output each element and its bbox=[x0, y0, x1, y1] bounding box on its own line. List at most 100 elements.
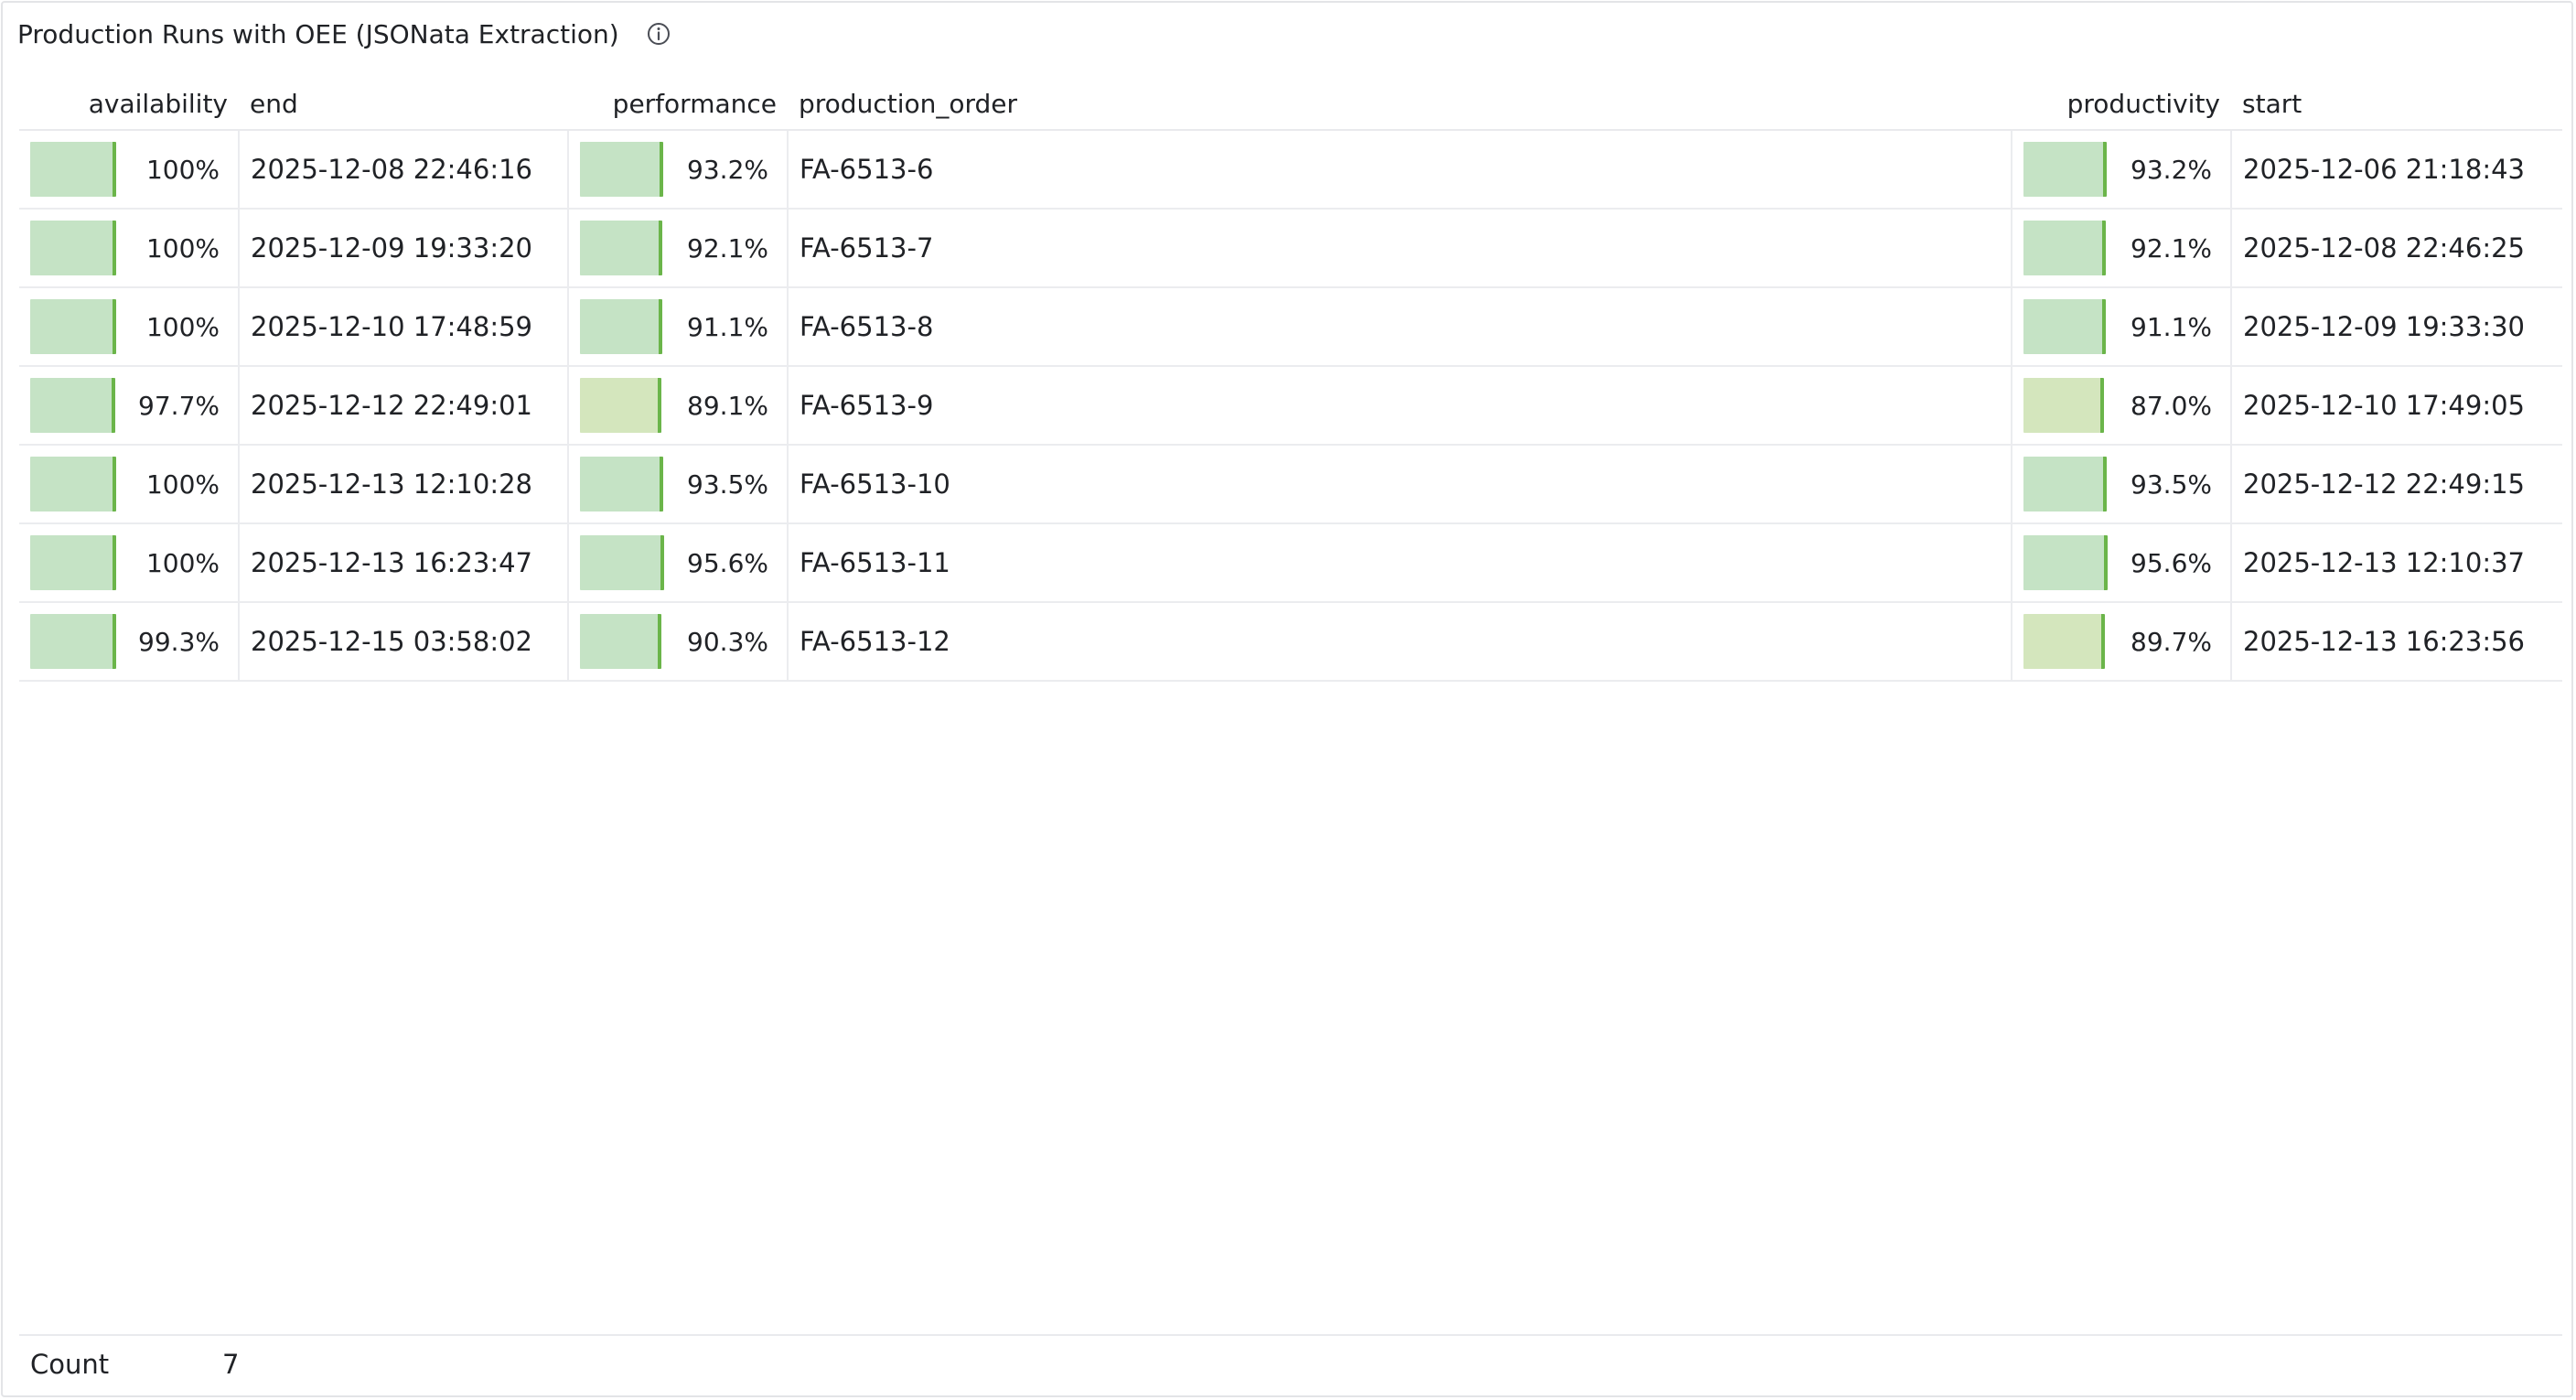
availability-gauge-cell: 100% bbox=[30, 457, 227, 512]
performance-value: 93.2% bbox=[687, 154, 768, 185]
column-header-productivity[interactable]: productivity bbox=[2012, 78, 2231, 131]
table-row[interactable]: 99.3% 2025-12-15 03:58:02 90.3% FA-6513-12 8… bbox=[19, 602, 2562, 682]
table-row[interactable]: 97.7% 2025-12-12 22:49:01 89.1% FA-6513-9 87… bbox=[19, 366, 2562, 446]
productivity-gauge-cell: 89.7% bbox=[2023, 614, 2219, 669]
data-table: availability end performance production_… bbox=[19, 78, 2562, 682]
productivity-gauge-bar bbox=[2023, 535, 2108, 590]
cell-production-order: FA-6513-6 bbox=[788, 130, 2012, 210]
productivity-gauge-bar bbox=[2023, 614, 2105, 669]
availability-gauge-cell: 100% bbox=[30, 142, 227, 197]
cell-start: 2025-12-13 12:10:37 bbox=[2231, 523, 2562, 603]
productivity-gauge-bar bbox=[2023, 378, 2104, 433]
cell-start: 2025-12-12 22:49:15 bbox=[2231, 445, 2562, 524]
productivity-value: 93.5% bbox=[2131, 468, 2212, 500]
availability-gauge-cell: 100% bbox=[30, 535, 227, 590]
cell-end: 2025-12-12 22:49:01 bbox=[239, 366, 569, 446]
table-row[interactable]: 100% 2025-12-09 19:33:20 92.1% FA-6513-7 92.… bbox=[19, 209, 2562, 288]
performance-gauge-bar bbox=[580, 142, 663, 197]
info-circle-icon[interactable] bbox=[647, 22, 671, 46]
cell-availability: 100% bbox=[19, 130, 240, 210]
availability-value: 100% bbox=[145, 311, 220, 342]
cell-end: 2025-12-15 03:58:02 bbox=[239, 602, 569, 682]
cell-production-order: FA-6513-7 bbox=[788, 209, 2012, 288]
table-footer: Count 7 bbox=[19, 1334, 2562, 1393]
column-header-end[interactable]: end bbox=[239, 78, 568, 131]
cell-performance: 91.1% bbox=[568, 287, 789, 367]
performance-gauge-cell: 93.2% bbox=[580, 142, 776, 197]
cell-end: 2025-12-13 16:23:47 bbox=[239, 523, 569, 603]
productivity-gauge-bar bbox=[2023, 457, 2107, 512]
productivity-gauge-cell: 95.6% bbox=[2023, 535, 2219, 590]
cell-availability: 100% bbox=[19, 523, 240, 603]
cell-productivity: 93.2% bbox=[2012, 130, 2232, 210]
performance-value: 95.6% bbox=[687, 547, 768, 578]
table-row[interactable]: 100% 2025-12-10 17:48:59 91.1% FA-6513-8 91.… bbox=[19, 287, 2562, 367]
performance-value: 91.1% bbox=[687, 311, 768, 342]
column-header-production-order[interactable]: production_order bbox=[788, 78, 2012, 131]
column-header-availability[interactable]: availability bbox=[19, 78, 239, 131]
performance-value: 93.5% bbox=[687, 468, 768, 500]
availability-gauge-cell: 100% bbox=[30, 299, 227, 354]
cell-production-order: FA-6513-8 bbox=[788, 287, 2012, 367]
table-row[interactable]: 100% 2025-12-13 16:23:47 95.6% FA-6513-11 95… bbox=[19, 523, 2562, 603]
productivity-value: 92.1% bbox=[2131, 232, 2212, 264]
performance-gauge-bar bbox=[580, 614, 661, 669]
cell-performance: 89.1% bbox=[568, 366, 789, 446]
table-header-row: availability end performance production_… bbox=[19, 78, 2562, 131]
availability-gauge-bar bbox=[30, 221, 116, 275]
cell-productivity: 87.0% bbox=[2012, 366, 2232, 446]
cell-production-order: FA-6513-11 bbox=[788, 523, 2012, 603]
productivity-value: 91.1% bbox=[2131, 311, 2212, 342]
table-panel: Production Runs with OEE (JSONata Extrac… bbox=[1, 1, 2573, 1397]
availability-gauge-bar bbox=[30, 142, 116, 197]
availability-gauge-bar bbox=[30, 378, 115, 433]
availability-value: 99.3% bbox=[138, 626, 220, 657]
productivity-gauge-bar bbox=[2023, 142, 2107, 197]
data-table-wrapper: availability end performance production_… bbox=[19, 78, 2562, 682]
table-row[interactable]: 100% 2025-12-08 22:46:16 93.2% FA-6513-6 93.… bbox=[19, 130, 2562, 210]
cell-start: 2025-12-13 16:23:56 bbox=[2231, 602, 2562, 682]
availability-value: 100% bbox=[145, 154, 220, 185]
availability-gauge-cell: 97.7% bbox=[30, 378, 227, 433]
cell-end: 2025-12-13 12:10:28 bbox=[239, 445, 569, 524]
productivity-value: 93.2% bbox=[2131, 154, 2212, 185]
productivity-gauge-cell: 93.5% bbox=[2023, 457, 2219, 512]
cell-start: 2025-12-08 22:46:25 bbox=[2231, 209, 2562, 288]
availability-value: 100% bbox=[145, 547, 220, 578]
cell-performance: 93.2% bbox=[568, 130, 789, 210]
performance-gauge-bar bbox=[580, 535, 664, 590]
performance-gauge-cell: 90.3% bbox=[580, 614, 776, 669]
performance-gauge-cell: 93.5% bbox=[580, 457, 776, 512]
performance-gauge-bar bbox=[580, 457, 663, 512]
availability-gauge-cell: 100% bbox=[30, 221, 227, 275]
footer-count-label: Count bbox=[30, 1349, 110, 1380]
table-row[interactable]: 100% 2025-12-13 12:10:28 93.5% FA-6513-10 93… bbox=[19, 445, 2562, 524]
cell-performance: 92.1% bbox=[568, 209, 789, 288]
performance-value: 89.1% bbox=[687, 390, 768, 421]
availability-gauge-bar bbox=[30, 457, 116, 512]
productivity-gauge-cell: 87.0% bbox=[2023, 378, 2219, 433]
cell-start: 2025-12-09 19:33:30 bbox=[2231, 287, 2562, 367]
cell-availability: 100% bbox=[19, 209, 240, 288]
performance-gauge-cell: 89.1% bbox=[580, 378, 776, 433]
performance-gauge-bar bbox=[580, 299, 662, 354]
performance-gauge-cell: 92.1% bbox=[580, 221, 776, 275]
cell-production-order: FA-6513-12 bbox=[788, 602, 2012, 682]
column-header-performance[interactable]: performance bbox=[568, 78, 788, 131]
performance-gauge-bar bbox=[580, 378, 661, 433]
cell-performance: 93.5% bbox=[568, 445, 789, 524]
cell-productivity: 93.5% bbox=[2012, 445, 2232, 524]
productivity-gauge-cell: 92.1% bbox=[2023, 221, 2219, 275]
performance-value: 92.1% bbox=[687, 232, 768, 264]
cell-productivity: 91.1% bbox=[2012, 287, 2232, 367]
productivity-gauge-bar bbox=[2023, 299, 2106, 354]
footer-count-value: 7 bbox=[222, 1349, 240, 1380]
cell-availability: 100% bbox=[19, 445, 240, 524]
performance-gauge-cell: 91.1% bbox=[580, 299, 776, 354]
column-header-start[interactable]: start bbox=[2231, 78, 2562, 131]
availability-value: 100% bbox=[145, 232, 220, 264]
cell-performance: 95.6% bbox=[568, 523, 789, 603]
performance-gauge-cell: 95.6% bbox=[580, 535, 776, 590]
availability-gauge-cell: 99.3% bbox=[30, 614, 227, 669]
cell-production-order: FA-6513-9 bbox=[788, 366, 2012, 446]
